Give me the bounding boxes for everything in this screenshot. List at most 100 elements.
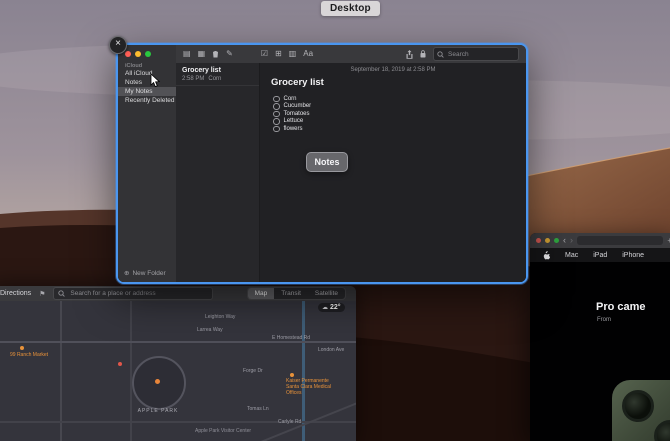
notes-search-field[interactable]	[433, 47, 519, 61]
table-icon[interactable]: ⊞	[275, 50, 282, 58]
maps-search-field[interactable]	[53, 287, 213, 300]
media-icon[interactable]: ▥	[289, 50, 297, 58]
sidebar-item-my-notes[interactable]: My Notes	[118, 87, 176, 96]
note-item-meta: 2:58 PM Corn	[182, 76, 253, 82]
forward-button[interactable]: ›	[570, 236, 573, 245]
note-date: September 18, 2019 at 2:58 PM	[260, 67, 526, 73]
tab-satellite[interactable]: Satellite	[308, 288, 345, 299]
notes-list-column: Grocery list 2:58 PM Corn	[176, 63, 260, 282]
safari-toolbar: ‹ › +	[530, 233, 670, 248]
checklist-item-label: Corn	[284, 96, 297, 102]
street-label: London Ave	[318, 347, 344, 353]
iphone-camera-image	[612, 380, 670, 441]
checklist-row[interactable]: Lettuce	[273, 118, 526, 126]
share-icon[interactable]	[406, 50, 413, 59]
checkbox-circle-icon[interactable]	[273, 96, 280, 103]
compose-icon[interactable]: ✎	[226, 50, 233, 58]
safari-window[interactable]: ‹ › + Mac iPad iPhone Pro came From	[530, 233, 670, 441]
tab-map[interactable]: Map	[248, 288, 275, 299]
directions-button[interactable]: Directions	[0, 290, 31, 297]
map-view-segmented-control: Map Transit Satellite	[247, 287, 346, 300]
new-folder-button[interactable]: ⊕ New Folder	[124, 269, 166, 277]
window-minimize-button[interactable]	[545, 238, 550, 243]
note-checklist: Corn Cucumber Tomatoes Lettuce	[273, 95, 526, 133]
window-close-button[interactable]	[125, 51, 131, 57]
map-road	[60, 301, 62, 441]
poi-dot[interactable]	[20, 346, 24, 350]
text-format-icon[interactable]: Aa	[303, 50, 313, 58]
window-zoom-button[interactable]	[145, 51, 151, 57]
poi-label-visitor-center: Apple Park Visitor Center	[195, 428, 251, 434]
notes-sidebar: iCloud All iCloud Notes My Notes Recentl…	[118, 45, 177, 282]
trash-icon[interactable]	[212, 50, 219, 58]
apple-park-label: APPLE PARK	[118, 408, 198, 414]
cloud-icon: ☁	[322, 304, 328, 311]
gallery-view-icon[interactable]: ▦	[198, 50, 206, 58]
street-label: E Homestead Rd	[272, 335, 310, 341]
sidebar-item-all-icloud[interactable]: All iCloud	[118, 69, 176, 78]
close-icon: ×	[115, 38, 121, 49]
poi-dot[interactable]	[290, 373, 294, 377]
map-road-homestead	[0, 341, 356, 343]
note-item-title: Grocery list	[182, 67, 253, 74]
expose-close-button[interactable]: ×	[109, 36, 127, 54]
notes-window-body: iCloud All iCloud Notes My Notes Recentl…	[118, 45, 526, 282]
nav-item-ipad[interactable]: iPad	[593, 252, 607, 259]
search-icon	[58, 290, 65, 297]
maps-search-input[interactable]	[68, 289, 208, 298]
expose-window-title[interactable]: Notes	[306, 152, 348, 172]
nav-item-iphone[interactable]: iPhone	[622, 252, 644, 259]
list-view-icon[interactable]: ▤	[183, 50, 191, 58]
street-label: Larrea Way	[197, 327, 223, 333]
map-road	[130, 301, 132, 441]
checklist-row[interactable]: Cucumber	[273, 103, 526, 111]
lock-icon[interactable]	[420, 50, 426, 58]
checklist-row[interactable]: Tomatoes	[273, 110, 526, 118]
back-button[interactable]: ‹	[563, 236, 566, 245]
checkbox-circle-icon[interactable]	[273, 103, 280, 110]
sidebar-item-notes[interactable]: Notes	[118, 78, 176, 87]
weather-badge: ☁ 22°	[318, 303, 345, 312]
notes-search-input[interactable]	[446, 50, 515, 59]
map-canvas[interactable]: APPLE PARK Leighton Way Larrea Way E Hom…	[0, 301, 356, 441]
checklist-item-label: Tomatoes	[284, 111, 310, 117]
page-headline: Pro came	[596, 301, 646, 313]
checklist-icon[interactable]: ☑	[261, 50, 268, 58]
poi-dot[interactable]	[118, 362, 122, 366]
tab-transit[interactable]: Transit	[274, 288, 308, 299]
space-label-desktop[interactable]: Desktop	[321, 1, 380, 16]
street-label: Leighton Way	[205, 314, 235, 320]
apple-site-navbar: Mac iPad iPhone	[530, 248, 670, 262]
checkbox-circle-icon[interactable]	[273, 111, 280, 118]
weather-temp: 22°	[330, 304, 341, 311]
bookmark-flag-icon[interactable]: ⚑	[39, 290, 45, 298]
apple-park-pin[interactable]	[155, 379, 160, 384]
checklist-item-label: flowers	[284, 126, 303, 132]
map-road-expressway	[302, 301, 305, 441]
camera-lens-icon	[622, 390, 654, 422]
note-editor[interactable]: September 18, 2019 at 2:58 PM Grocery li…	[260, 63, 526, 282]
checklist-item-label: Lettuce	[284, 118, 304, 124]
screen: Desktop × iCloud All iCloud Notes My Not…	[0, 0, 670, 441]
window-close-button[interactable]	[536, 238, 541, 243]
note-list-item[interactable]: Grocery list 2:58 PM Corn	[176, 63, 259, 86]
notes-window[interactable]: × iCloud All iCloud Notes My Notes Recen…	[116, 43, 528, 284]
maps-window[interactable]: Directions ⚑ Map Transit Satellite APPLE…	[0, 286, 356, 441]
window-minimize-button[interactable]	[135, 51, 141, 57]
checklist-row[interactable]: flowers	[273, 125, 526, 133]
apple-logo-icon[interactable]	[542, 251, 550, 260]
new-folder-label: New Folder	[132, 270, 165, 277]
maps-toolbar: Directions ⚑ Map Transit Satellite	[0, 286, 356, 302]
checkbox-circle-icon[interactable]	[273, 118, 280, 125]
checklist-row[interactable]: Corn	[273, 95, 526, 103]
nav-item-mac[interactable]: Mac	[565, 252, 578, 259]
safari-page-content: Pro came From	[530, 262, 670, 441]
poi-label-kaiser: Kaiser Permanente Santa Clara Medical Of…	[286, 378, 342, 396]
sidebar-item-recently-deleted[interactable]: Recently Deleted	[118, 96, 176, 105]
search-icon	[437, 51, 444, 58]
note-item-preview: Corn	[208, 76, 221, 82]
address-bar[interactable]	[577, 236, 663, 245]
window-zoom-button[interactable]	[554, 238, 559, 243]
checkbox-circle-icon[interactable]	[273, 126, 280, 133]
camera-lens-icon	[654, 420, 670, 441]
